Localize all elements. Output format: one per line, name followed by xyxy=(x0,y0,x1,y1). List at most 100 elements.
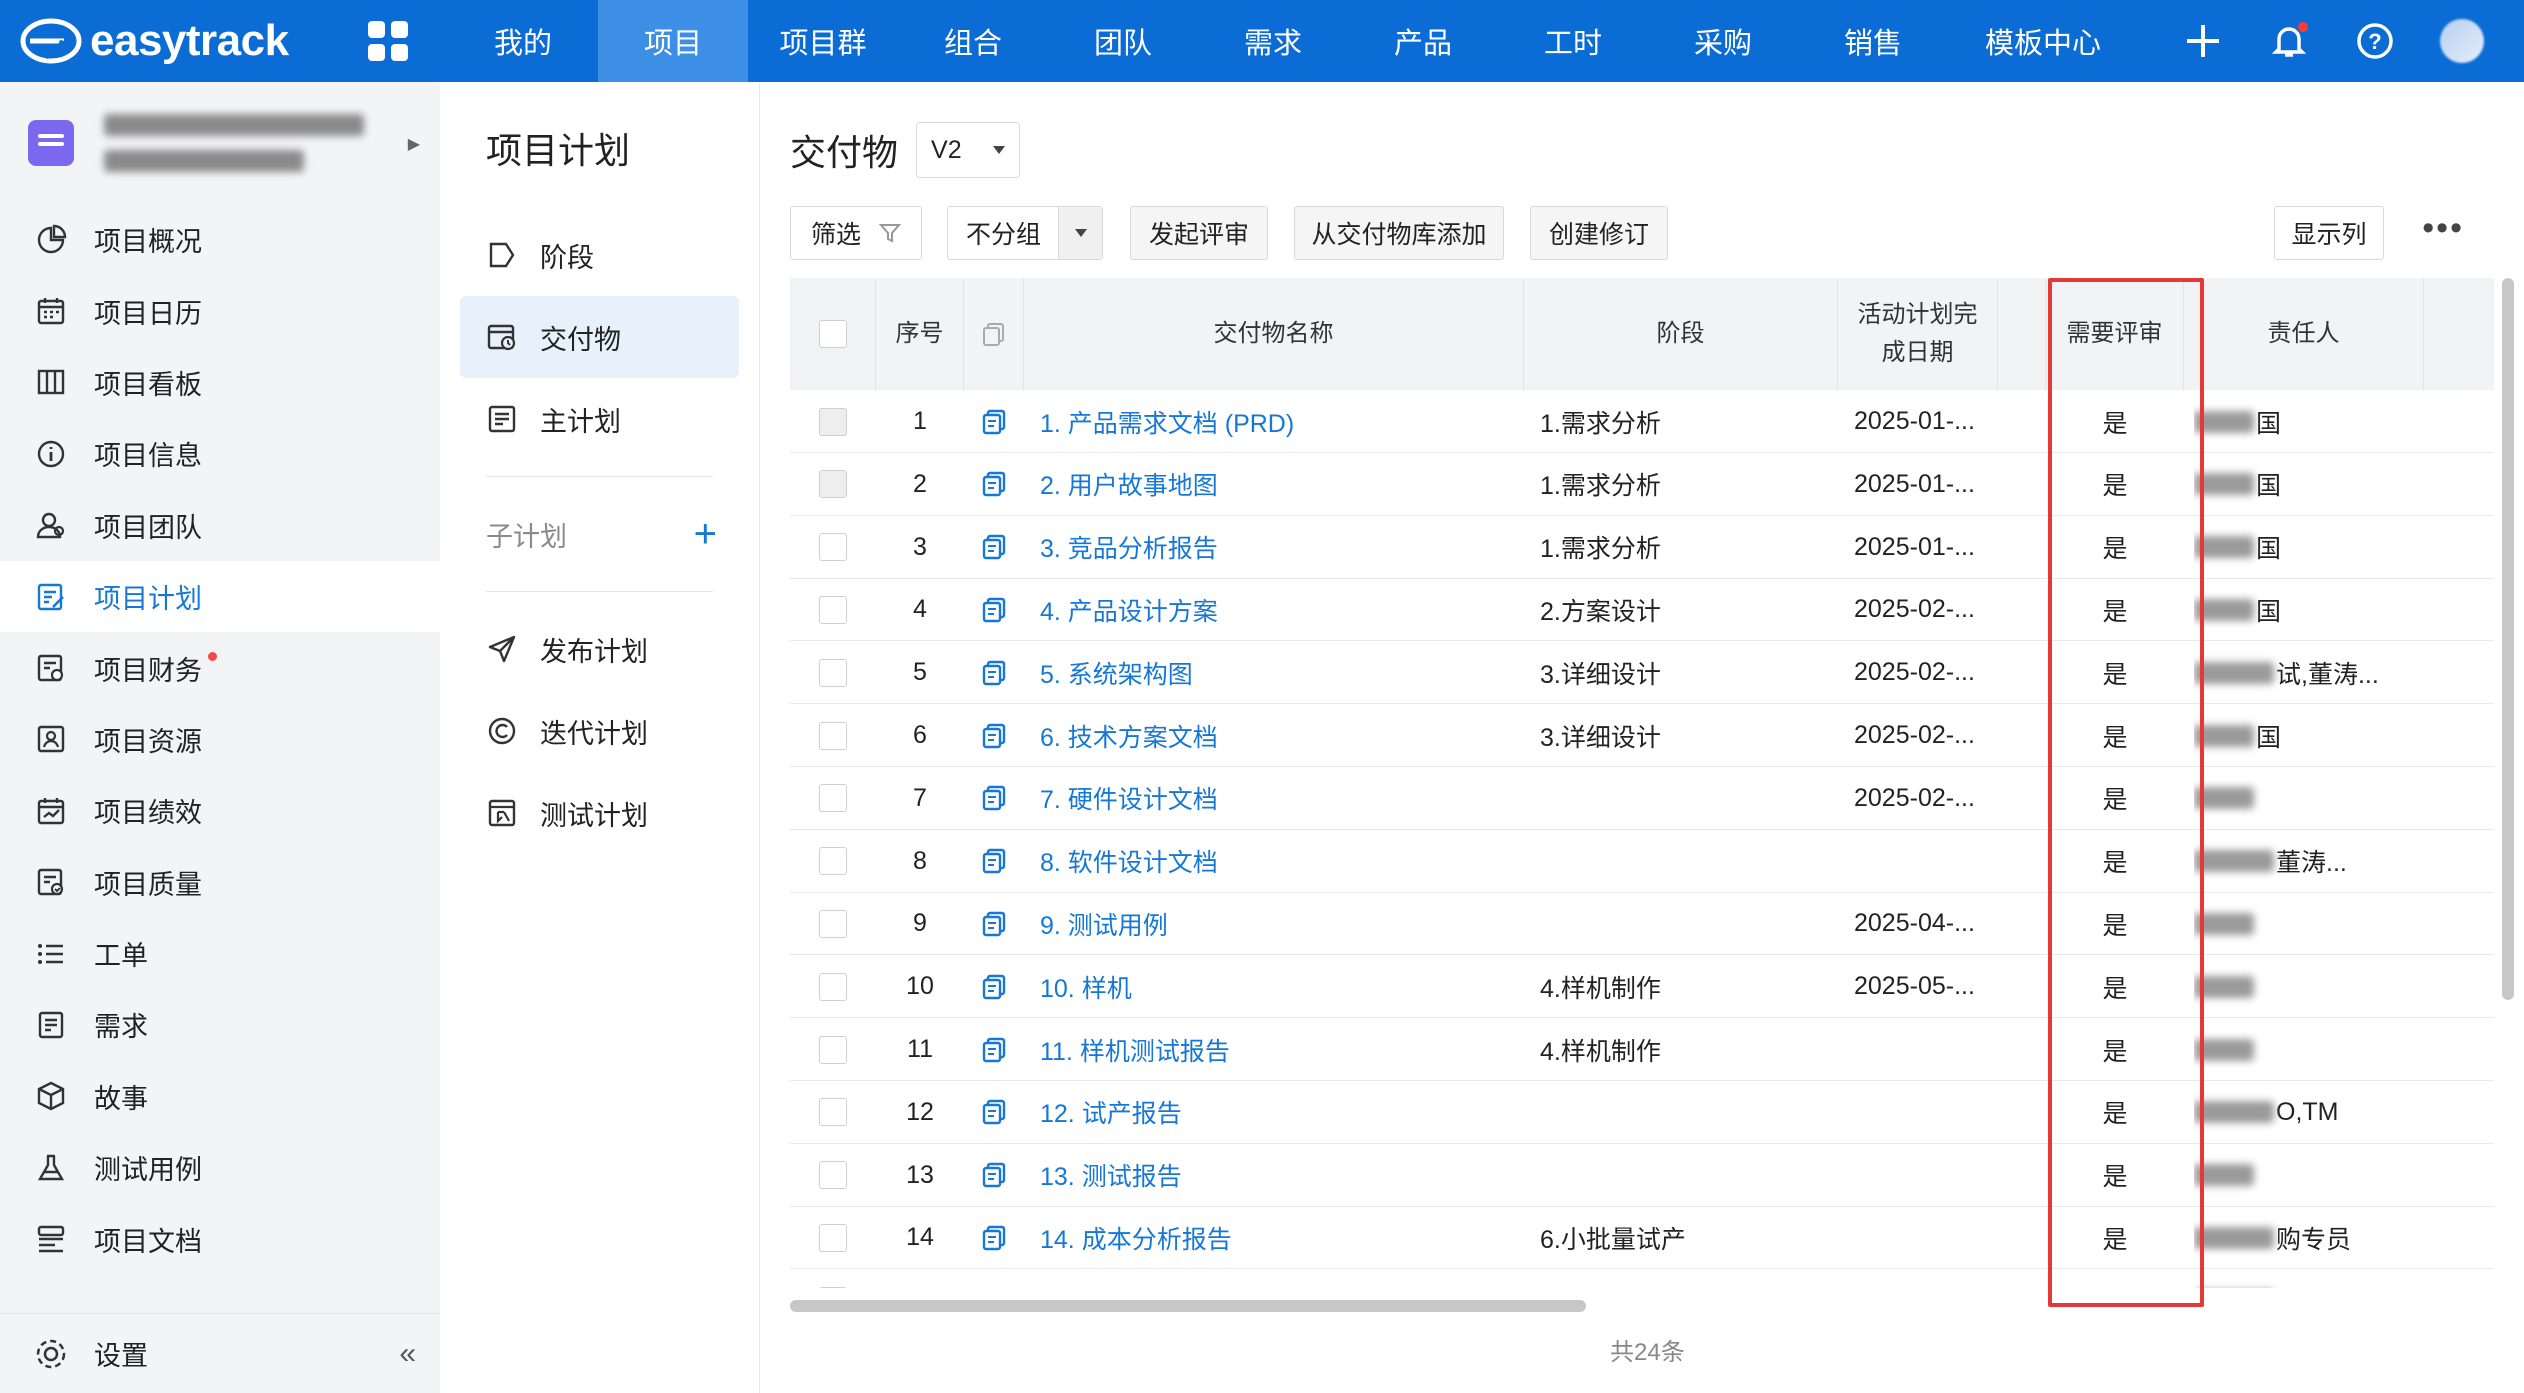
sidebar-item[interactable]: 故事 xyxy=(0,1061,440,1132)
version-select[interactable]: V2 xyxy=(916,122,1021,178)
table-row[interactable]: 1 1. 产品需求文档 (PRD) 1.需求分析 2025-01-... 是 国 xyxy=(790,390,2494,453)
row-checkbox[interactable] xyxy=(819,1098,847,1127)
more-icon[interactable]: ••• xyxy=(2422,211,2464,245)
sidebar-item[interactable]: 项目信息 xyxy=(0,418,440,489)
sidebar-item[interactable]: 工单 xyxy=(0,918,440,989)
table-row[interactable]: 6 6. 技术方案文档 3.详细设计 2025-02-... 是 国 xyxy=(790,704,2494,767)
row-checkbox[interactable] xyxy=(819,1161,847,1190)
sidebar-item[interactable]: 项目团队 xyxy=(0,490,440,561)
row-checkbox[interactable] xyxy=(819,847,847,876)
col-stage[interactable]: 阶段 xyxy=(1524,278,1838,390)
user-avatar[interactable] xyxy=(2440,19,2484,63)
table-row[interactable]: 12 12. 试产报告 是 O,TM xyxy=(790,1081,2494,1144)
col-owner[interactable]: 责任人 xyxy=(2184,278,2424,390)
deliverable-name-link[interactable]: 8. 软件设计文档 xyxy=(1040,830,1524,893)
row-checkbox[interactable] xyxy=(819,658,847,687)
table-row[interactable]: 2 2. 用户故事地图 1.需求分析 2025-01-... 是 国 xyxy=(790,453,2494,516)
plan-panel-item[interactable]: 测试计划 xyxy=(460,772,739,854)
plan-panel-item[interactable]: 阶段 xyxy=(460,214,739,296)
select-all-checkbox[interactable] xyxy=(818,320,847,348)
nav-item[interactable]: 采购 xyxy=(1648,0,1798,82)
plan-panel-item[interactable]: 主计划 xyxy=(460,378,739,460)
deliverable-name-link[interactable]: 1. 产品需求文档 (PRD) xyxy=(1040,390,1524,453)
deliverable-name-link[interactable]: 11. 样机测试报告 xyxy=(1040,1018,1524,1081)
add-sub-plan-icon[interactable]: + xyxy=(694,512,717,557)
row-checkbox[interactable] xyxy=(819,470,847,499)
table-row[interactable]: 5 5. 系统架构图 3.详细设计 2025-02-... 是 试,董涛... xyxy=(790,641,2494,705)
table-row[interactable]: 8 8. 软件设计文档 是 董涛... xyxy=(790,830,2494,893)
row-checkbox[interactable] xyxy=(819,533,847,562)
sidebar-item[interactable]: 项目日历 xyxy=(0,275,440,346)
row-checkbox[interactable] xyxy=(819,407,847,436)
row-checkbox[interactable] xyxy=(819,909,847,938)
collapse-sidebar-icon[interactable]: « xyxy=(399,1337,416,1371)
row-checkbox[interactable] xyxy=(819,595,847,624)
sidebar-item[interactable]: 项目财务 xyxy=(0,632,440,703)
row-checkbox[interactable] xyxy=(819,1223,847,1252)
table-row[interactable]: 15 15. 量产产品 6.小批量试产 是 M,PMO,TM xyxy=(790,1269,2494,1288)
row-checkbox[interactable] xyxy=(819,972,847,1001)
row-checkbox[interactable] xyxy=(819,1035,847,1064)
plan-panel-item[interactable]: 交付物 xyxy=(460,296,739,378)
sidebar-item[interactable]: 项目文档 xyxy=(0,1203,440,1274)
col-seq[interactable]: 序号 xyxy=(876,278,964,390)
table-row[interactable]: 13 13. 测试报告 是 xyxy=(790,1144,2494,1207)
col-review[interactable]: 需要评审 xyxy=(2046,278,2184,390)
deliverable-name-link[interactable]: 5. 系统架构图 xyxy=(1040,641,1524,704)
nav-item[interactable]: 项目群 xyxy=(748,0,898,82)
nav-item[interactable]: 销售 xyxy=(1798,0,1948,82)
nav-item[interactable]: 团队 xyxy=(1048,0,1198,82)
deliverable-name-link[interactable]: 2. 用户故事地图 xyxy=(1040,453,1524,516)
row-checkbox[interactable] xyxy=(819,721,847,750)
sidebar-item[interactable]: 项目质量 xyxy=(0,847,440,918)
sidebar-item[interactable]: 需求 xyxy=(0,989,440,1060)
nav-item[interactable]: 项目 xyxy=(598,0,748,82)
table-row[interactable]: 7 7. 硬件设计文档 2025-02-... 是 xyxy=(790,767,2494,830)
deliverable-name-link[interactable]: 12. 试产报告 xyxy=(1040,1081,1524,1144)
nav-item[interactable]: 模板中心 xyxy=(1948,0,2138,82)
table-row[interactable]: 11 11. 样机测试报告 4.样机制作 是 xyxy=(790,1018,2494,1081)
project-switcher[interactable]: ▶ xyxy=(0,82,440,204)
settings-item[interactable]: 设置 « xyxy=(0,1313,440,1393)
table-row[interactable]: 14 14. 成本分析报告 6.小批量试产 是 购专员 xyxy=(790,1206,2494,1270)
col-name[interactable]: 交付物名称 xyxy=(1024,278,1524,390)
sidebar-item[interactable]: 项目绩效 xyxy=(0,775,440,846)
nav-item[interactable]: 工时 xyxy=(1498,0,1648,82)
row-checkbox[interactable] xyxy=(819,1286,847,1288)
filter-button[interactable]: 筛选 xyxy=(790,206,922,260)
deliverable-name-link[interactable]: 14. 成本分析报告 xyxy=(1040,1206,1524,1269)
bell-icon[interactable] xyxy=(2268,20,2310,62)
show-columns-button[interactable]: 显示列 xyxy=(2274,206,2384,260)
deliverable-name-link[interactable]: 6. 技术方案文档 xyxy=(1040,704,1524,767)
group-select[interactable]: 不分组 xyxy=(947,206,1103,260)
deliverable-name-link[interactable]: 4. 产品设计方案 xyxy=(1040,578,1524,641)
nav-item[interactable]: 组合 xyxy=(898,0,1048,82)
plan-panel-item[interactable]: 迭代计划 xyxy=(460,690,739,772)
help-icon[interactable]: ? xyxy=(2354,20,2396,62)
apps-grid-icon[interactable] xyxy=(368,21,408,61)
table-row[interactable]: 4 4. 产品设计方案 2.方案设计 2025-02-... 是 国 xyxy=(790,578,2494,642)
easytrack-logo[interactable]: easytrack xyxy=(0,16,330,66)
deliverable-name-link[interactable]: 7. 硬件设计文档 xyxy=(1040,767,1524,830)
create-revision-button[interactable]: 创建修订 xyxy=(1530,206,1668,260)
nav-item[interactable]: 需求 xyxy=(1198,0,1348,82)
deliverable-name-link[interactable]: 13. 测试报告 xyxy=(1040,1144,1524,1207)
plan-panel-item[interactable]: 发布计划 xyxy=(460,608,739,690)
add-icon[interactable] xyxy=(2182,20,2224,62)
deliverable-name-link[interactable]: 3. 竞品分析报告 xyxy=(1040,516,1524,579)
table-row[interactable]: 10 10. 样机 4.样机制作 2025-05-... 是 xyxy=(790,955,2494,1019)
col-due[interactable]: 活动计划完 成日期 xyxy=(1838,278,1998,390)
sidebar-item[interactable]: 项目资源 xyxy=(0,704,440,775)
nav-item[interactable]: 产品 xyxy=(1348,0,1498,82)
sidebar-item[interactable]: 项目概况 xyxy=(0,204,440,275)
deliverable-name-link[interactable]: 9. 测试用例 xyxy=(1040,892,1524,955)
sidebar-item[interactable]: 项目看板 xyxy=(0,347,440,418)
row-checkbox[interactable] xyxy=(819,784,847,813)
vertical-scrollbar[interactable] xyxy=(2502,278,2514,1000)
start-review-button[interactable]: 发起评审 xyxy=(1130,206,1268,260)
deliverable-name-link[interactable]: 15. 量产产品 xyxy=(1040,1269,1524,1288)
deliverable-name-link[interactable]: 10. 样机 xyxy=(1040,955,1524,1018)
table-row[interactable]: 3 3. 竞品分析报告 1.需求分析 2025-01-... 是 国 xyxy=(790,516,2494,579)
nav-item[interactable]: 我的 xyxy=(448,0,598,82)
add-from-library-button[interactable]: 从交付物库添加 xyxy=(1294,206,1504,260)
